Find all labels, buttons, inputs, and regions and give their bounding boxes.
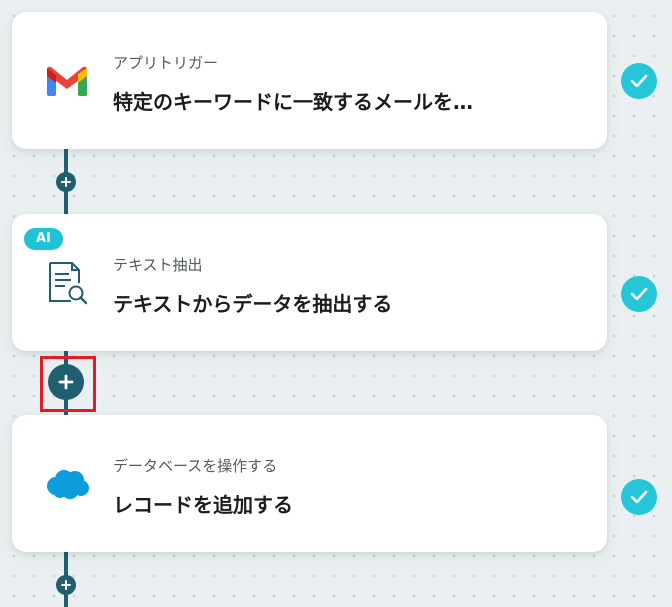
add-step-button[interactable] [56, 172, 76, 192]
step-title: テキストからデータを抽出する [113, 292, 393, 316]
salesforce-cloud-icon [44, 461, 90, 507]
check-icon [621, 479, 657, 515]
add-step-button[interactable] [56, 575, 76, 595]
flow-step-card-database[interactable]: データベースを操作する レコードを追加する [12, 415, 607, 552]
step-title: レコードを追加する [113, 493, 293, 517]
step-type-label: データベースを操作する [113, 457, 278, 475]
document-search-icon [44, 260, 90, 306]
step-title: 特定のキーワードに一致するメールを… [113, 90, 473, 114]
highlight-box [40, 356, 96, 412]
gmail-icon [44, 58, 90, 104]
flow-step-card-text-extraction[interactable]: AI テキスト抽出 テキストからデータを抽出する [12, 214, 607, 351]
ai-badge: AI [24, 228, 63, 250]
step-type-label: アプリトリガー [113, 54, 219, 72]
check-icon [621, 63, 657, 99]
step-type-label: テキスト抽出 [113, 256, 203, 274]
check-icon [621, 276, 657, 312]
flow-step-card-trigger[interactable]: アプリトリガー 特定のキーワードに一致するメールを… [12, 12, 607, 149]
